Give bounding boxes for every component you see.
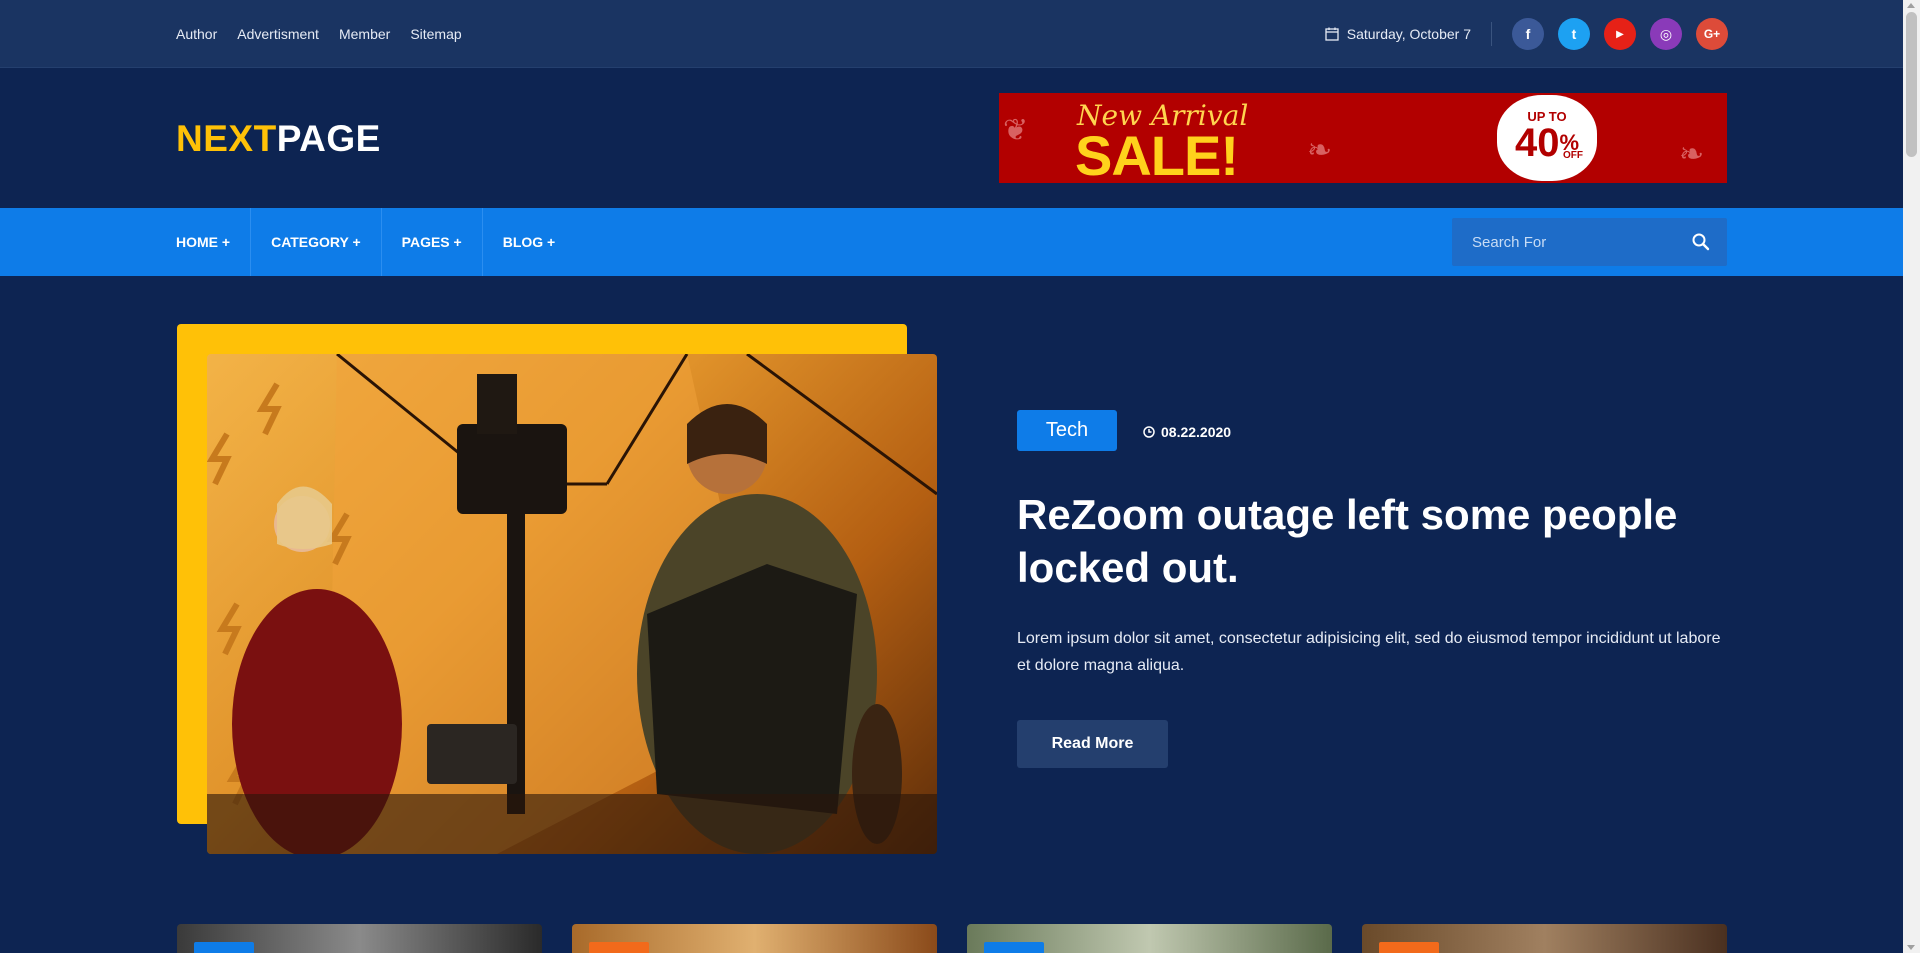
banner-sale: SALE! [1075, 124, 1239, 183]
social-links: f t ▶ ◎ G+ [1512, 18, 1728, 50]
post-card[interactable] [177, 924, 542, 953]
post-card[interactable] [1362, 924, 1727, 953]
nav-item-category[interactable]: CATEGORY + [251, 208, 382, 276]
scroll-up-arrow-icon[interactable] [1907, 3, 1915, 8]
hero-excerpt: Lorem ipsum dolor sit amet, consectetur … [1017, 630, 1721, 674]
post-date: 08.22.2020 [1143, 424, 1231, 440]
leaf-decoration-icon: ❧ [1307, 134, 1333, 167]
card-category-tag[interactable] [984, 942, 1044, 953]
sale-banner-ad[interactable]: ❦ ❧ ❧ New Arrival SALE! UP TO 40% OFF [999, 93, 1727, 183]
clock-icon [1143, 426, 1155, 438]
badge-off: OFF [1563, 150, 1583, 161]
hero-image-illustration [207, 354, 937, 854]
top-link-member[interactable]: Member [339, 26, 390, 42]
current-date: Saturday, October 7 [1325, 26, 1471, 42]
nav-item-pages[interactable]: PAGES + [382, 208, 483, 276]
top-link-sitemap[interactable]: Sitemap [410, 26, 461, 42]
nav-menu: HOME + CATEGORY + PAGES + BLOG + [176, 208, 575, 276]
hero-headline[interactable]: ReZoom outage left some people locked ou… [1017, 488, 1717, 594]
scrollbar-thumb[interactable] [1906, 12, 1917, 157]
post-card[interactable] [967, 924, 1332, 953]
top-right: Saturday, October 7 f t ▶ ◎ G+ [1325, 0, 1728, 68]
main-nav: HOME + CATEGORY + PAGES + BLOG + [0, 208, 1903, 276]
read-more-button[interactable]: Read More [1017, 720, 1168, 768]
calendar-icon [1325, 27, 1339, 41]
logo-part-page: PAGE [276, 118, 381, 159]
google-plus-icon[interactable]: G+ [1696, 18, 1728, 50]
post-card[interactable] [572, 924, 937, 953]
top-bar: Author Advertisment Member Sitemap Satur… [0, 0, 1903, 68]
card-category-tag[interactable] [1379, 942, 1439, 953]
leaf-decoration-icon: ❦ [1003, 114, 1029, 147]
discount-badge: UP TO 40% OFF [1497, 95, 1597, 181]
post-date-text: 08.22.2020 [1161, 424, 1232, 440]
divider [1491, 22, 1492, 46]
logo-part-next: NEXT [176, 118, 277, 159]
scroll-down-arrow-icon[interactable] [1907, 945, 1915, 950]
page-scrollbar[interactable] [1903, 0, 1920, 953]
card-category-tag[interactable] [194, 942, 254, 953]
top-link-author[interactable]: Author [176, 26, 217, 42]
date-text: Saturday, October 7 [1346, 26, 1471, 42]
search-icon[interactable] [1691, 232, 1711, 252]
facebook-icon[interactable]: f [1512, 18, 1544, 50]
search-input[interactable] [1452, 218, 1682, 266]
card-category-tag[interactable] [589, 942, 649, 953]
youtube-icon[interactable]: ▶ [1604, 18, 1636, 50]
search-box [1452, 218, 1727, 266]
nav-item-home[interactable]: HOME + [176, 208, 252, 276]
site-header: NEXTPAGE ❦ ❧ ❧ New Arrival SALE! UP TO 4… [0, 68, 1903, 208]
category-tag-tech[interactable]: Tech [1017, 410, 1117, 451]
leaf-decoration-icon: ❧ [1679, 138, 1705, 171]
top-link-advertisment[interactable]: Advertisment [237, 26, 319, 42]
site-logo[interactable]: NEXTPAGE [176, 118, 381, 160]
nav-item-blog[interactable]: BLOG + [483, 208, 576, 276]
twitter-icon[interactable]: t [1558, 18, 1590, 50]
instagram-icon[interactable]: ◎ [1650, 18, 1682, 50]
top-links: Author Advertisment Member Sitemap [176, 0, 462, 68]
hero-image[interactable] [207, 354, 937, 854]
badge-number: 40 [1514, 121, 1560, 165]
